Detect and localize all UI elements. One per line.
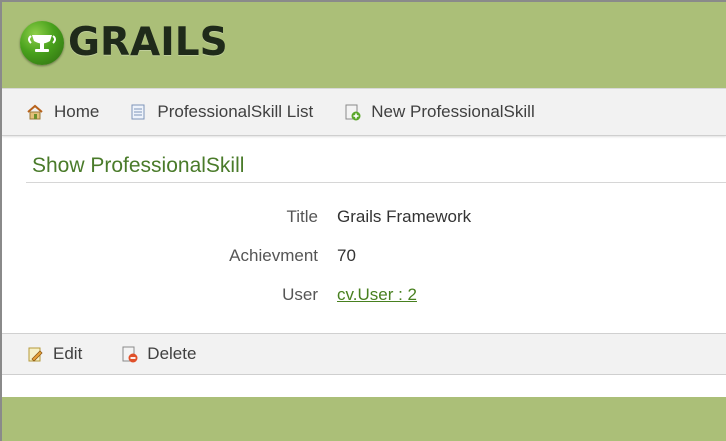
property-label: Achievment: [229, 246, 318, 265]
header: GRAILS: [2, 2, 726, 88]
nav-home-label: Home: [54, 102, 100, 121]
property-achievment: Achievment 70: [26, 246, 726, 285]
new-document-icon: [343, 103, 361, 121]
edit-label: Edit: [53, 344, 83, 363]
app-frame: GRAILS Home ProfessionalSkill List New P…: [0, 0, 726, 441]
property-title: Title Grails Framework: [26, 207, 726, 246]
property-value: 70: [337, 246, 356, 265]
home-icon: [26, 103, 44, 121]
property-label: Title: [286, 207, 319, 226]
footer: [2, 397, 726, 441]
nav-create-label: New ProfessionalSkill: [371, 102, 535, 121]
content: Show ProfessionalSkill Title Grails Fram…: [2, 136, 726, 324]
property-value-wrap: cv.User : 2: [337, 285, 417, 305]
grails-logo[interactable]: GRAILS: [20, 20, 228, 65]
nav-home-link[interactable]: Home: [26, 102, 99, 122]
edit-button[interactable]: Edit: [26, 344, 82, 364]
user-link[interactable]: cv.User : 2: [337, 285, 417, 304]
nav-list-link[interactable]: ProfessionalSkill List: [129, 102, 313, 122]
delete-button[interactable]: Delete: [120, 344, 196, 364]
button-bar: Edit Delete: [2, 333, 726, 375]
list-icon: [129, 103, 147, 121]
nav-bar: Home ProfessionalSkill List New Professi…: [2, 88, 726, 136]
nav-create-link[interactable]: New ProfessionalSkill: [343, 102, 535, 122]
delete-document-icon: [120, 345, 138, 363]
grails-cup-icon: [20, 20, 64, 65]
pencil-icon: [26, 345, 44, 363]
logo-text: GRAILS: [68, 20, 228, 65]
property-value: Grails Framework: [337, 207, 472, 226]
property-list: Title Grails Framework Achievment 70 Use…: [26, 207, 726, 324]
delete-label: Delete: [147, 344, 197, 363]
property-user: User cv.User : 2: [26, 285, 726, 324]
property-label: User: [282, 285, 318, 304]
page-title: Show ProfessionalSkill: [26, 154, 726, 183]
nav-list-label: ProfessionalSkill List: [157, 102, 314, 121]
